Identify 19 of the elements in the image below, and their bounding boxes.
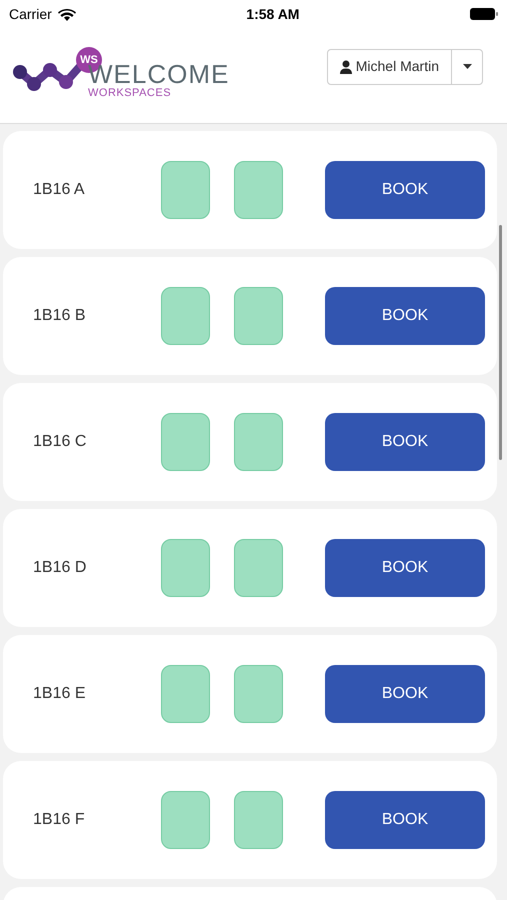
desk-name: 1B16 C	[33, 432, 88, 452]
book-button[interactable]: BOOK	[325, 539, 485, 597]
book-button[interactable]: BOOK	[325, 791, 485, 849]
book-button[interactable]: BOOK	[325, 413, 485, 471]
desk-name: 1B16 F	[33, 810, 86, 830]
logo-subtitle: WORKSPACES	[88, 86, 172, 100]
desk-name: 1B16 E	[33, 684, 86, 704]
desk-name: 1B16 D	[33, 558, 88, 578]
book-button[interactable]: BOOK	[325, 161, 485, 219]
battery-icon	[470, 8, 498, 20]
wifi-icon	[58, 8, 76, 20]
caret-icon	[462, 64, 472, 69]
desk-name: 1B16 A	[33, 180, 86, 200]
book-button[interactable]: BOOK	[325, 287, 485, 345]
clock-time: 1:58 AM	[246, 4, 300, 24]
user-icon	[340, 60, 352, 74]
book-button[interactable]: BOOK	[325, 665, 485, 723]
desk-name: 1B16 B	[33, 306, 86, 326]
carrier-label: Carrier	[9, 4, 52, 24]
